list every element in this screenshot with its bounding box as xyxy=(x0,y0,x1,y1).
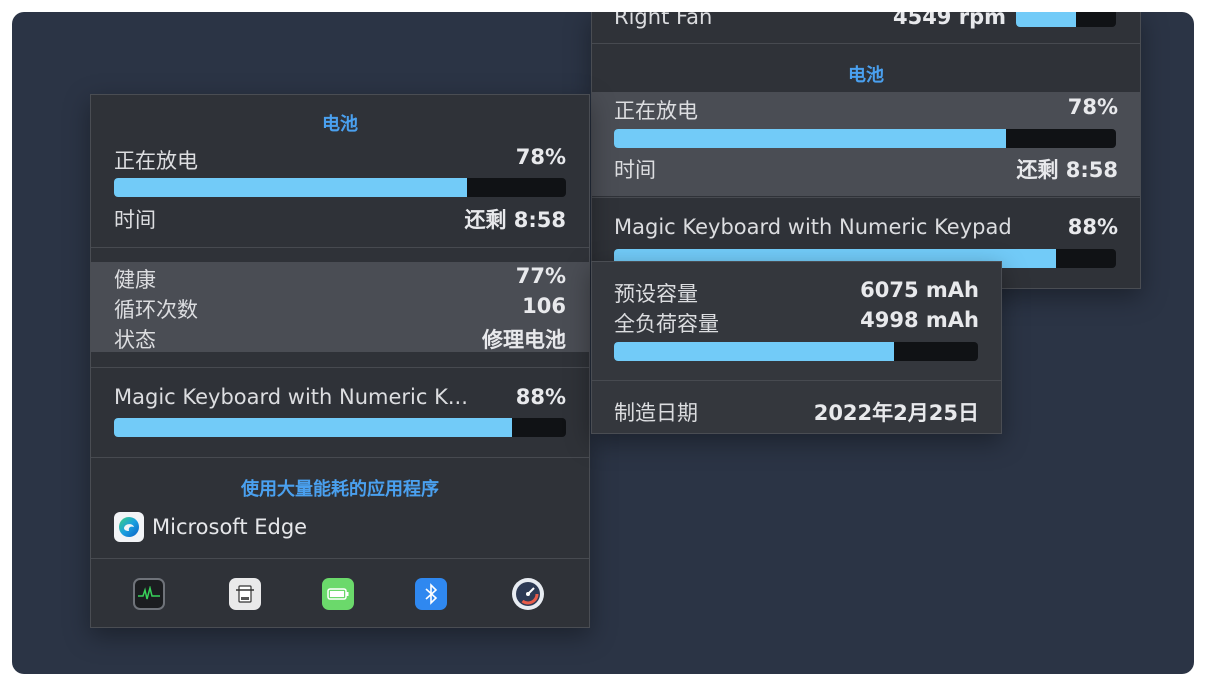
left-battery-panel: 电池 正在放电 78% 时间 还剩 8:58 健康 77% 循环次数 106 状… xyxy=(90,94,590,628)
design-capacity-value: 6075 mAh xyxy=(860,278,979,302)
time-value: 还剩 8:58 xyxy=(464,208,566,232)
bluetooth-icon[interactable] xyxy=(415,578,447,610)
edge-icon xyxy=(114,512,144,542)
full-capacity-value: 4998 mAh xyxy=(860,308,979,332)
battery-icon[interactable] xyxy=(322,578,354,610)
divider xyxy=(91,247,589,248)
cycles-label: 循环次数 xyxy=(114,298,198,322)
design-capacity-label: 预设容量 xyxy=(614,282,698,306)
disk-utility-icon[interactable] xyxy=(512,578,544,610)
right-battery-panel: Right Fan 4549 rpm 电池 正在放电 78% 时间 还剩 8:5… xyxy=(591,12,1141,289)
manufacture-date-value: 2022年2月25日 xyxy=(813,401,979,425)
divider xyxy=(592,43,1140,44)
fan-bar xyxy=(1016,12,1116,27)
keyboard-value: 88% xyxy=(1067,215,1118,239)
desktop: Right Fan 4549 rpm 电池 正在放电 78% 时间 还剩 8:5… xyxy=(12,12,1194,674)
keyboard-value: 88% xyxy=(515,385,566,409)
time-value: 还剩 8:58 xyxy=(1016,158,1118,182)
status-value: 修理电池 xyxy=(482,328,566,352)
health-label: 健康 xyxy=(114,268,156,292)
divider xyxy=(91,558,589,559)
full-capacity-label: 全负荷容量 xyxy=(614,312,719,336)
app-row-edge[interactable]: Microsoft Edge xyxy=(114,511,307,543)
keyboard-bar xyxy=(114,418,566,437)
fan-label: Right Fan xyxy=(614,12,713,29)
battery-details-tooltip: 预设容量 6075 mAh 全负荷容量 4998 mAh 制造日期 2022年2… xyxy=(591,261,1002,434)
time-label: 时间 xyxy=(114,208,156,232)
discharge-bar xyxy=(114,178,566,197)
divider xyxy=(592,380,1001,381)
health-value: 77% xyxy=(515,264,566,288)
manufacture-date-label: 制造日期 xyxy=(614,401,698,425)
system-information-icon[interactable] xyxy=(229,578,261,610)
discharge-label: 正在放电 xyxy=(114,149,198,173)
section-title: 电池 xyxy=(848,65,884,86)
app-name: Microsoft Edge xyxy=(152,515,308,539)
fan-value: 4549 rpm xyxy=(892,12,1006,29)
discharge-label: 正在放电 xyxy=(614,99,698,123)
status-label: 状态 xyxy=(114,328,156,352)
activity-monitor-icon[interactable] xyxy=(133,578,165,610)
divider xyxy=(91,457,589,458)
discharge-bar xyxy=(614,129,1116,148)
section-title: 电池 xyxy=(322,114,358,135)
divider xyxy=(592,197,1140,198)
discharge-value: 78% xyxy=(1067,95,1118,119)
divider xyxy=(91,367,589,368)
cycles-value: 106 xyxy=(522,294,566,318)
keyboard-label: Magic Keyboard with Numeric K... xyxy=(114,385,468,409)
time-label: 时间 xyxy=(614,158,656,182)
capacity-bar xyxy=(614,342,978,361)
apps-section-title: 使用大量能耗的应用程序 xyxy=(241,479,439,500)
discharge-value: 78% xyxy=(515,145,566,169)
keyboard-label: Magic Keyboard with Numeric Keypad xyxy=(614,215,1012,239)
